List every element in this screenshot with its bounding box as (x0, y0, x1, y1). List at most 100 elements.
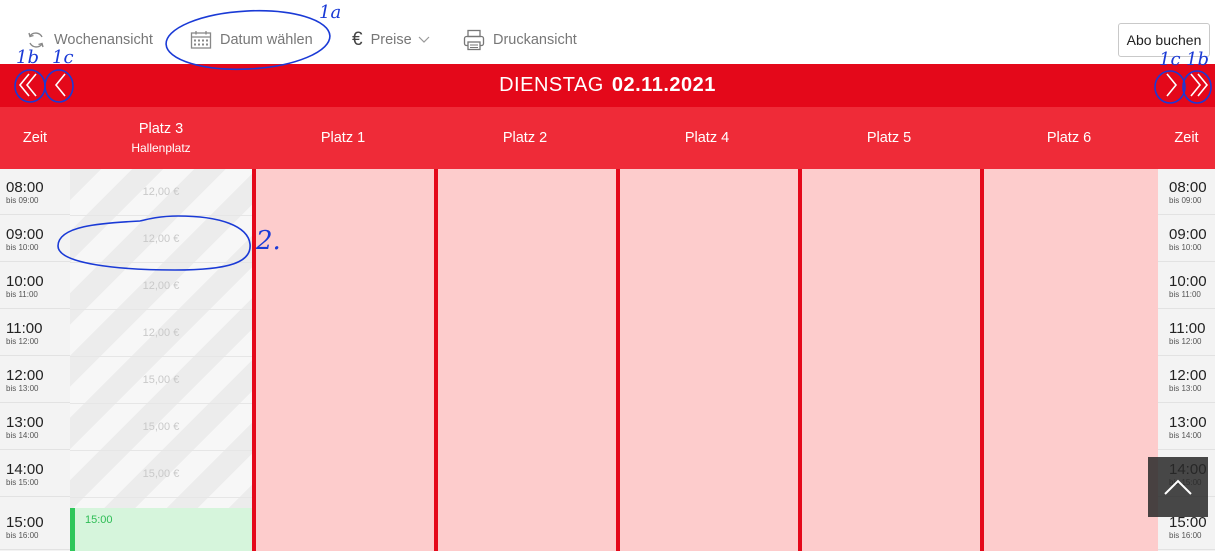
refresh-icon (28, 32, 44, 48)
time-slot: 12:00 bis 13:00 (1158, 357, 1215, 403)
slot-start: 14:00 (6, 461, 44, 478)
slot-end: bis 10:00 (1169, 243, 1202, 252)
double-chevron-right-icon (1190, 73, 1209, 97)
time-slot: 14:00bis 15:00 (0, 451, 70, 497)
time-slot: 11:00 bis 12:00 (0, 310, 70, 356)
booking-calendar: { "toolbar": { "week_view": "Wochenansic… (0, 0, 1215, 551)
chevron-left-icon (54, 73, 66, 97)
slot-end: bis 16:00 (6, 531, 39, 540)
booked-slot-time: 15:00 (85, 514, 113, 526)
chevron-right-icon (1166, 73, 1178, 97)
court-header-row: Zeit Platz 3 Hallenplatz Platz 1 Platz 2… (0, 107, 1215, 169)
book-subscription-button[interactable]: Abo buchen (1118, 23, 1210, 57)
time-header-label: Zeit (22, 130, 48, 146)
date-label: 02.11.2021 (611, 74, 716, 96)
slot-end: bis 13:00 (1169, 384, 1202, 393)
time-slot: 13:00 bis 14:00 (1158, 404, 1215, 450)
slot-start: 08:00 (6, 179, 44, 196)
slot-start: 08:00 (1169, 179, 1207, 196)
jump-back-button[interactable] (14, 70, 44, 100)
court-header-hall: Platz 3 Hallenplatz (70, 107, 252, 169)
slot-start: 13:00 (1169, 414, 1207, 431)
court-header: Platz 6 (980, 107, 1158, 169)
price-slot[interactable]: 12,00 € (70, 310, 252, 357)
prices-dropdown[interactable]: € Preise (352, 22, 438, 58)
slot-end: bis 12:00 (6, 337, 39, 346)
chevron-down-icon (418, 36, 430, 43)
price-slot[interactable]: 15,00 € (70, 357, 252, 404)
slot-end: bis 12:00 (1169, 337, 1202, 346)
time-slot: 09:00 bis 10:00 (0, 216, 70, 262)
jump-forward-button[interactable] (1183, 70, 1213, 100)
date-bar: DIENSTAG 02.11.2021 (0, 64, 1215, 107)
time-column-left: 08:00 bis 09:00 09:00 bis 10:00 10:00 bis 1… (0, 169, 70, 551)
court-column[interactable] (616, 169, 798, 551)
prices-label: Preise (370, 32, 412, 48)
previous-day-button[interactable] (46, 70, 76, 100)
price-slot[interactable]: 12,00 € (70, 216, 252, 263)
slot-end: bis 15:00 (6, 478, 39, 487)
hall-court-column: 12,00 € 12,00 € 12,00 € 12,00 € 15,00 € … (70, 169, 252, 508)
slot-end: bis 13:00 (6, 384, 39, 393)
time-slot: 11:00 bis 12:00 (1158, 310, 1215, 356)
price-slot[interactable]: 15,00 € (70, 451, 252, 498)
printer-icon (463, 29, 485, 51)
court-column[interactable] (980, 169, 1158, 551)
slot-start: 09:00 (1169, 226, 1207, 243)
print-view-label: Druckansicht (493, 32, 577, 48)
time-header-right: Zeit (1158, 107, 1215, 169)
weekday-label: DIENSTAG (499, 74, 604, 96)
choose-date-button[interactable]: Datum wählen (190, 22, 313, 58)
slot-start: 15:00 (6, 514, 44, 531)
court-column[interactable] (252, 169, 434, 551)
slot-start: 13:00 (6, 414, 44, 431)
euro-icon: € (352, 29, 363, 50)
slot-start: 12:00 (1169, 367, 1207, 384)
time-header-left: Zeit (0, 107, 70, 169)
court-header-label: Platz 6 (1046, 130, 1092, 146)
scroll-to-top-button[interactable] (1148, 457, 1208, 517)
court-column[interactable] (798, 169, 980, 551)
slot-end: bis 10:00 (6, 243, 39, 252)
slot-start: 10:00 (1169, 273, 1207, 290)
price-slot[interactable]: 12,00 € (70, 169, 252, 216)
time-slot: 12:00 bis 13:00 (0, 357, 70, 403)
week-view-button[interactable]: Wochenansicht (26, 22, 153, 58)
slot-end: bis 09:00 (6, 196, 39, 205)
calendar-icon (190, 31, 212, 49)
double-chevron-left-icon (18, 73, 37, 97)
slot-end: bis 11:00 (6, 290, 38, 299)
time-slot: 08:00 bis 09:00 (1158, 169, 1215, 215)
court-header: Platz 1 (252, 107, 434, 169)
time-slot: 10:00 bis 11:00 (1158, 263, 1215, 309)
slot-start: 11:00 (1169, 320, 1206, 337)
price-slot[interactable]: 15,00 € (70, 404, 252, 451)
chevron-up-icon (1164, 479, 1192, 495)
time-slot: 10:00 bis 11:00 (0, 263, 70, 309)
price-slot[interactable]: 12,00 € (70, 263, 252, 310)
court-column[interactable] (434, 169, 616, 551)
slot-start: 11:00 (6, 320, 43, 337)
slot-end: bis 14:00 (6, 431, 39, 440)
page-title: DIENSTAG 02.11.2021 (499, 74, 716, 97)
slot-end: bis 11:00 (1169, 290, 1201, 299)
time-slot: 15:00 bis 16:00 (0, 504, 70, 550)
slot-start: 10:00 (6, 273, 44, 290)
schedule-grid: 08:00 bis 09:00 09:00 bis 10:00 10:00 bis 1… (0, 169, 1215, 551)
choose-date-label: Datum wählen (220, 32, 313, 48)
court-header-label: Platz 4 (684, 130, 730, 146)
booked-slot[interactable]: 15:00 (70, 508, 252, 551)
time-slot: 08:00 bis 09:00 (0, 169, 70, 215)
court-header: Platz 4 (616, 107, 798, 169)
week-view-label: Wochenansicht (54, 32, 153, 48)
slot-start: 15:00 (1169, 514, 1207, 531)
court-header-sublabel: Hallenplatz (131, 141, 191, 155)
print-view-button[interactable]: Druckansicht (463, 22, 577, 58)
court-header: Platz 5 (798, 107, 980, 169)
slot-end: bis 14:00 (1169, 431, 1202, 440)
next-day-button[interactable] (1156, 70, 1186, 100)
slot-start: 12:00 (6, 367, 44, 384)
court-header-label: Platz 1 (320, 130, 366, 146)
time-slot: 09:00 bis 10:00 (1158, 216, 1215, 262)
slot-end: bis 09:00 (1169, 196, 1202, 205)
